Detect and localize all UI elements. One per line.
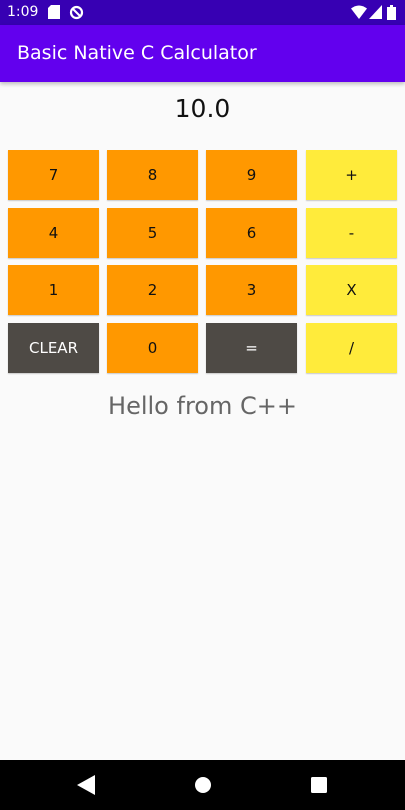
digit-5-button[interactable]: 5 [107, 208, 198, 258]
native-message: Hello from C++ [108, 392, 297, 420]
digit-1-button[interactable]: 1 [8, 265, 99, 315]
digit-6-button[interactable]: 6 [206, 208, 297, 258]
status-time: 1:09 [7, 4, 39, 20]
clear-button[interactable]: CLEAR [8, 323, 99, 373]
data-saver-icon [69, 5, 84, 20]
result-display: 10.0 [174, 94, 231, 123]
recents-icon[interactable] [311, 777, 327, 793]
digit-0-button[interactable]: 0 [107, 323, 198, 373]
sd-card-icon [48, 5, 60, 19]
home-icon[interactable] [193, 775, 213, 795]
digit-9-button[interactable]: 9 [206, 150, 297, 200]
app-title: Basic Native C Calculator [17, 42, 257, 64]
divide-button[interactable]: / [306, 323, 397, 373]
status-bar: 1:09 [0, 0, 405, 25]
wifi-icon [351, 5, 367, 19]
multiply-button[interactable]: X [306, 265, 397, 315]
cellular-signal-icon [369, 5, 382, 19]
digit-2-button[interactable]: 2 [107, 265, 198, 315]
digit-7-button[interactable]: 7 [8, 150, 99, 200]
add-button[interactable]: + [306, 150, 397, 200]
digit-3-button[interactable]: 3 [206, 265, 297, 315]
digit-8-button[interactable]: 8 [107, 150, 198, 200]
subtract-button[interactable]: - [306, 208, 397, 258]
battery-icon [387, 5, 396, 20]
digit-4-button[interactable]: 4 [8, 208, 99, 258]
equals-button[interactable]: = [206, 323, 297, 373]
navigation-bar [0, 760, 405, 810]
back-icon[interactable] [77, 775, 95, 795]
app-bar: Basic Native C Calculator [0, 25, 405, 82]
